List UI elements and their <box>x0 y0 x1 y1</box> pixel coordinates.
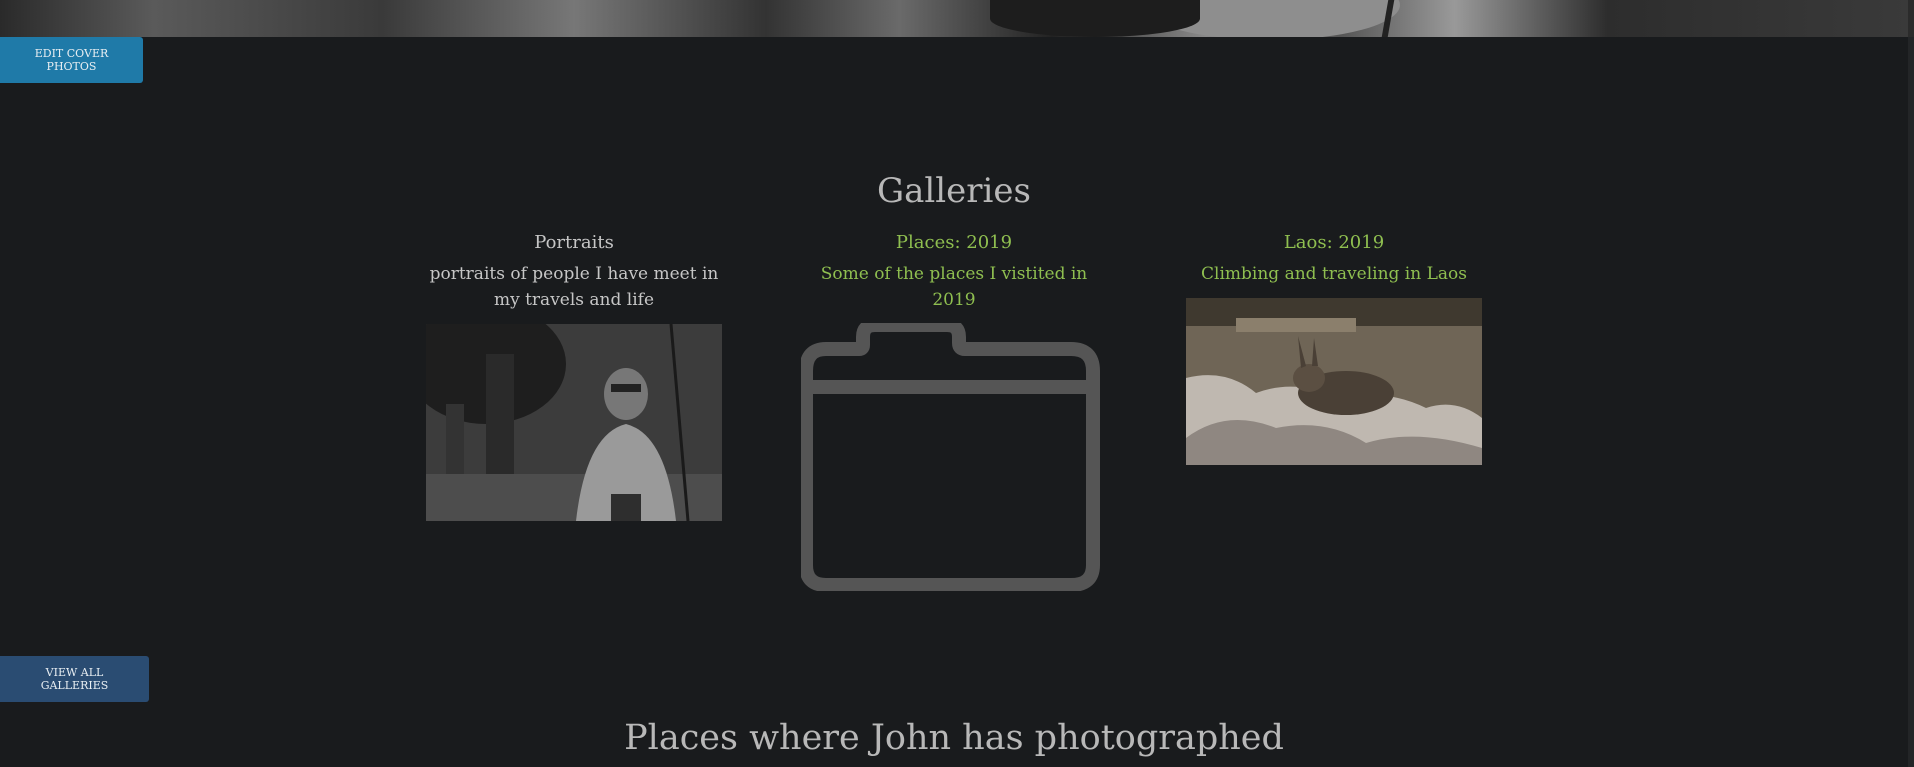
gallery-card-portraits[interactable]: Portraits portraits of people I have mee… <box>424 231 724 313</box>
gallery-card-laos-2019[interactable]: Laos: 2019 Climbing and traveling in Lao… <box>1184 231 1484 287</box>
laos-photo <box>1186 298 1482 465</box>
gallery-title[interactable]: Laos: 2019 <box>1184 231 1484 255</box>
cover-photo <box>0 0 1914 37</box>
laos-gallery-thumbnail[interactable] <box>1186 298 1482 465</box>
places-heading: Places where John has photographed <box>624 718 1284 758</box>
folder-icon <box>799 318 1100 592</box>
places-gallery-thumbnail[interactable] <box>799 318 1101 592</box>
portrait-gallery-thumbnail[interactable] <box>426 324 722 521</box>
portrait-photo <box>426 324 722 521</box>
gallery-title[interactable]: Portraits <box>424 231 724 255</box>
gallery-description: Some of the places I vistited in 2019 <box>820 264 1088 310</box>
gallery-card-places-2019[interactable]: Places: 2019 Some of the places I vistit… <box>804 231 1104 313</box>
view-all-galleries-button[interactable]: VIEW ALL GALLERIES <box>0 656 149 702</box>
edit-cover-photos-button[interactable]: EDIT COVER PHOTOS <box>0 37 143 83</box>
gallery-title[interactable]: Places: 2019 <box>804 231 1104 255</box>
page-scrollbar[interactable] <box>1908 37 1914 767</box>
gallery-description: Climbing and traveling in Laos <box>1201 264 1467 284</box>
galleries-heading: Galleries <box>877 171 1031 211</box>
gallery-description: portraits of people I have meet in my tr… <box>429 264 719 310</box>
